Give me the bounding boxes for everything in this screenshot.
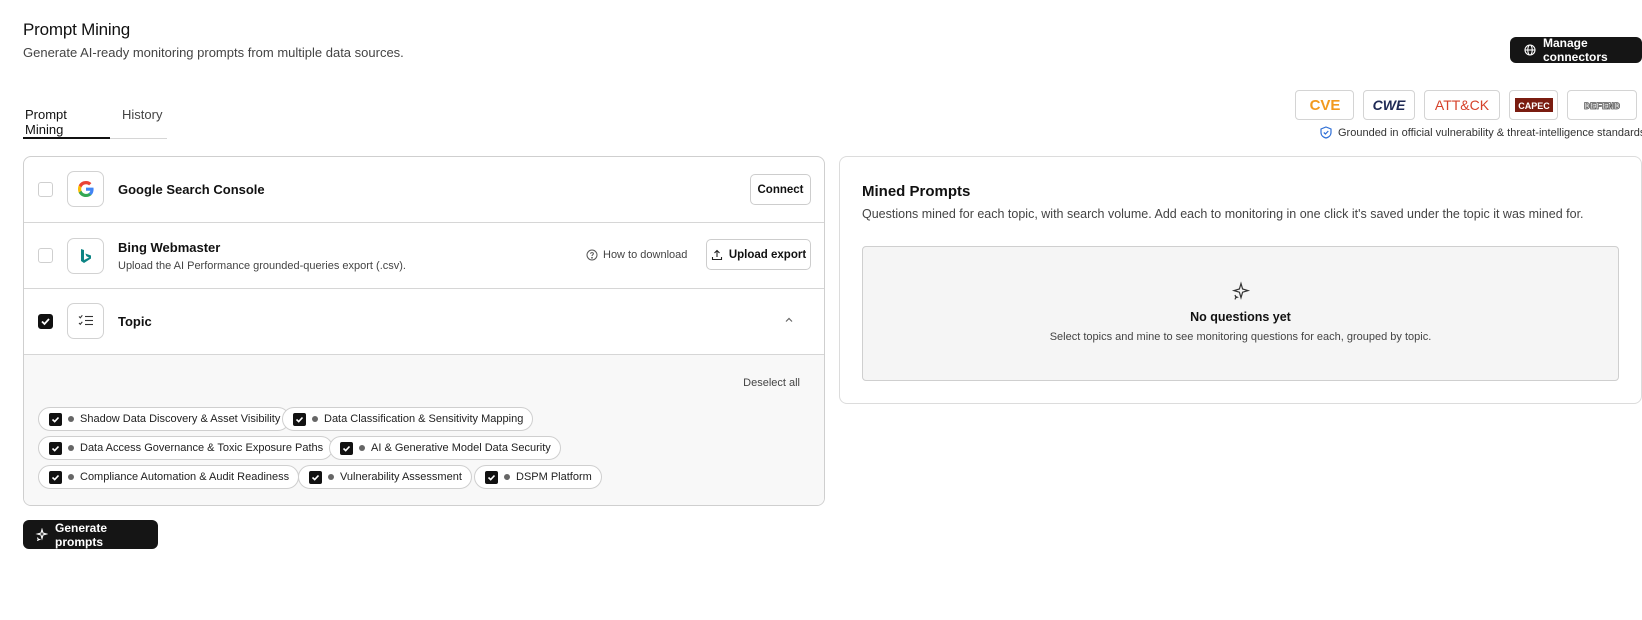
mined-prompts-subtitle: Questions mined for each topic, with sea…: [862, 207, 1584, 221]
chip-checkbox[interactable]: [485, 470, 498, 484]
chip-label: AI & Generative Model Data Security: [371, 442, 551, 454]
svg-text:ATT&CK: ATT&CK: [1435, 97, 1490, 113]
chip-checkbox[interactable]: [293, 412, 306, 426]
chip-checkbox[interactable]: [309, 470, 322, 484]
svg-text:DEFEND: DEFEND: [1584, 102, 1620, 112]
sources-panel: Google Search Console Connect Bing Webma…: [23, 156, 825, 506]
tab-bar: Prompt Mining History: [23, 99, 167, 139]
chip-dot: [504, 474, 510, 480]
chip-checkbox[interactable]: [49, 412, 62, 426]
defend-logo: DEFEND: [1567, 90, 1637, 120]
empty-state-title: No questions yet: [1190, 310, 1291, 324]
mined-prompts-title: Mined Prompts: [862, 183, 971, 200]
how-to-download-link[interactable]: How to download: [586, 249, 687, 261]
chip-checkbox[interactable]: [340, 441, 353, 455]
google-checkbox[interactable]: [38, 182, 53, 197]
globe-icon: [1524, 44, 1536, 56]
google-title: Google Search Console: [118, 182, 265, 197]
attck-logo: ATT&CK: [1424, 90, 1500, 120]
topic-chip[interactable]: AI & Generative Model Data Security: [329, 436, 561, 460]
deselect-all-button[interactable]: Deselect all: [743, 377, 800, 389]
empty-state-subtitle: Select topics and mine to see monitoring…: [1049, 331, 1432, 343]
chip-dot: [68, 474, 74, 480]
connect-button[interactable]: Connect: [750, 174, 811, 205]
shield-check-icon: [1320, 126, 1332, 139]
source-row-google: Google Search Console Connect: [24, 157, 824, 223]
chip-label: Shadow Data Discovery & Asset Visibility: [80, 413, 281, 425]
topic-chip[interactable]: DSPM Platform: [474, 465, 602, 489]
chip-dot: [68, 416, 74, 422]
chip-label: Compliance Automation & Audit Readiness: [80, 471, 290, 483]
generate-prompts-label: Generate prompts: [55, 520, 108, 549]
source-row-topic: Topic: [24, 289, 824, 355]
page-title: Prompt Mining: [23, 20, 130, 39]
topic-chip[interactable]: Data Classification & Sensitivity Mappin…: [282, 407, 534, 431]
grounded-note-text: Grounded in official vulnerability & thr…: [1338, 126, 1642, 139]
google-logo-icon: [67, 171, 104, 207]
chip-label: DSPM Platform: [516, 471, 592, 483]
empty-state: No questions yet Select topics and mine …: [862, 246, 1619, 381]
topic-checkbox[interactable]: [38, 314, 53, 329]
manage-connectors-button[interactable]: Manage connectors: [1510, 36, 1642, 64]
topic-chip[interactable]: Vulnerability Assessment: [298, 465, 472, 489]
generate-prompts-button[interactable]: Generate prompts: [23, 520, 158, 549]
chip-label: Data Access Governance & Toxic Exposure …: [80, 442, 324, 454]
topic-title: Topic: [118, 314, 152, 329]
mined-prompts-panel: Mined Prompts Questions mined for each t…: [839, 156, 1642, 404]
chip-dot: [312, 416, 318, 422]
topic-chip[interactable]: Data Access Governance & Toxic Exposure …: [38, 436, 334, 460]
chevron-up-icon[interactable]: [784, 316, 794, 324]
capec-logo: CAPEC: [1509, 90, 1558, 120]
tab-prompt-mining[interactable]: Prompt Mining: [23, 99, 110, 139]
chip-dot: [359, 445, 365, 451]
chip-checkbox[interactable]: [49, 441, 62, 455]
upload-export-button[interactable]: Upload export: [706, 239, 811, 270]
upload-export-label: Upload export: [728, 248, 807, 261]
svg-text:CWE: CWE: [1373, 97, 1406, 113]
standards-logos: CVE CWE ATT&CK CAPEC DEFEND: [1295, 90, 1637, 120]
bing-subtitle: Upload the AI Performance grounded-queri…: [118, 260, 406, 272]
help-circle-icon: [586, 249, 598, 261]
cwe-logo: CWE: [1363, 90, 1415, 120]
manage-connectors-label: Manage connectors: [1543, 36, 1608, 64]
chip-dot: [68, 445, 74, 451]
grounded-note: Grounded in official vulnerability & thr…: [1320, 126, 1642, 139]
upload-icon: [711, 249, 723, 261]
bing-title: Bing Webmaster: [118, 240, 221, 255]
how-to-download-label: How to download: [603, 249, 688, 261]
svg-text:CAPEC: CAPEC: [1518, 101, 1550, 111]
topic-chips-area: Deselect all Shadow Data Discovery & Ass…: [24, 355, 824, 505]
chip-label: Vulnerability Assessment: [340, 471, 462, 483]
chip-label: Data Classification & Sensitivity Mappin…: [324, 413, 524, 425]
topic-chip[interactable]: Shadow Data Discovery & Asset Visibility: [38, 407, 291, 431]
sparkles-icon: [35, 528, 48, 541]
tab-history[interactable]: History: [120, 99, 164, 139]
bing-logo-icon: [67, 238, 104, 274]
chip-checkbox[interactable]: [49, 470, 62, 484]
sparkles-icon: [1231, 281, 1251, 306]
topic-chip[interactable]: Compliance Automation & Audit Readiness: [38, 465, 300, 489]
checklist-icon: [67, 303, 104, 339]
chip-dot: [328, 474, 334, 480]
source-row-bing: Bing Webmaster Upload the AI Performance…: [24, 223, 824, 289]
page-subtitle: Generate AI-ready monitoring prompts fro…: [23, 45, 404, 60]
svg-text:CVE: CVE: [1309, 97, 1340, 113]
bing-checkbox[interactable]: [38, 248, 53, 263]
cve-logo: CVE: [1295, 90, 1354, 120]
